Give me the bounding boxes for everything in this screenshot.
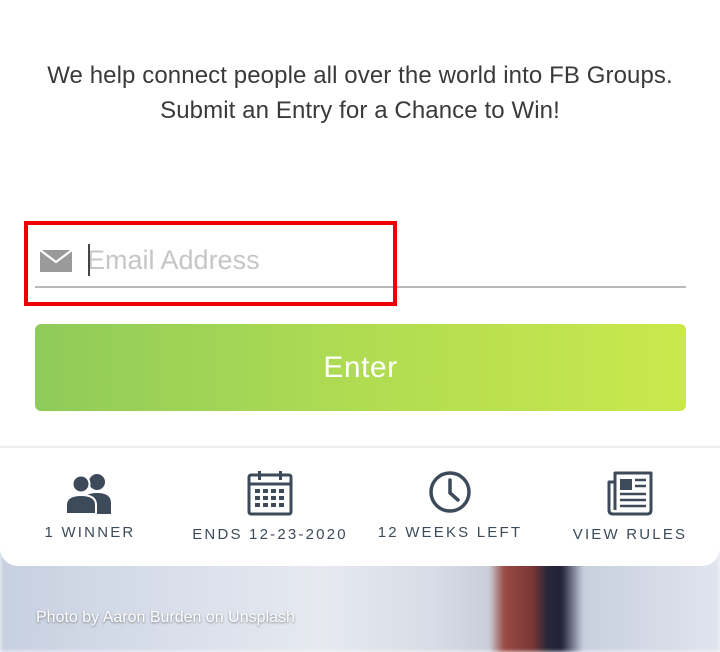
stat-end-date: ENDS 12-23-2020	[180, 470, 360, 543]
stat-end-date-label: ENDS 12-23-2020	[192, 526, 348, 543]
clock-icon	[360, 470, 540, 514]
newspaper-icon	[540, 470, 720, 516]
divider	[0, 446, 720, 448]
stat-winners-label: 1 WINNER	[44, 524, 136, 541]
email-input[interactable]	[87, 238, 677, 282]
text-caret	[88, 244, 90, 276]
tagline-line-1: We help connect people all over the worl…	[47, 62, 673, 89]
stat-time-left: 12 WEEKS LEFT	[360, 470, 540, 541]
tagline: We help connect people all over the worl…	[0, 58, 720, 128]
stat-winners: 1 WINNER	[0, 470, 180, 541]
view-rules-link[interactable]: VIEW RULES	[540, 526, 720, 543]
mail-icon	[39, 249, 73, 278]
tagline-line-2: Submit an Entry for a Chance to Win!	[160, 97, 560, 124]
users-icon	[0, 470, 180, 514]
stat-time-left-label: 12 WEEKS LEFT	[377, 524, 523, 541]
calendar-icon	[180, 470, 360, 516]
email-field[interactable]	[35, 232, 686, 288]
entry-card: We help connect people all over the worl…	[0, 0, 720, 566]
photo-credit: Photo by Aaron Burden on Unsplash	[36, 609, 295, 626]
stat-view-rules[interactable]: VIEW RULES	[540, 470, 720, 543]
enter-button[interactable]: Enter	[35, 324, 686, 411]
